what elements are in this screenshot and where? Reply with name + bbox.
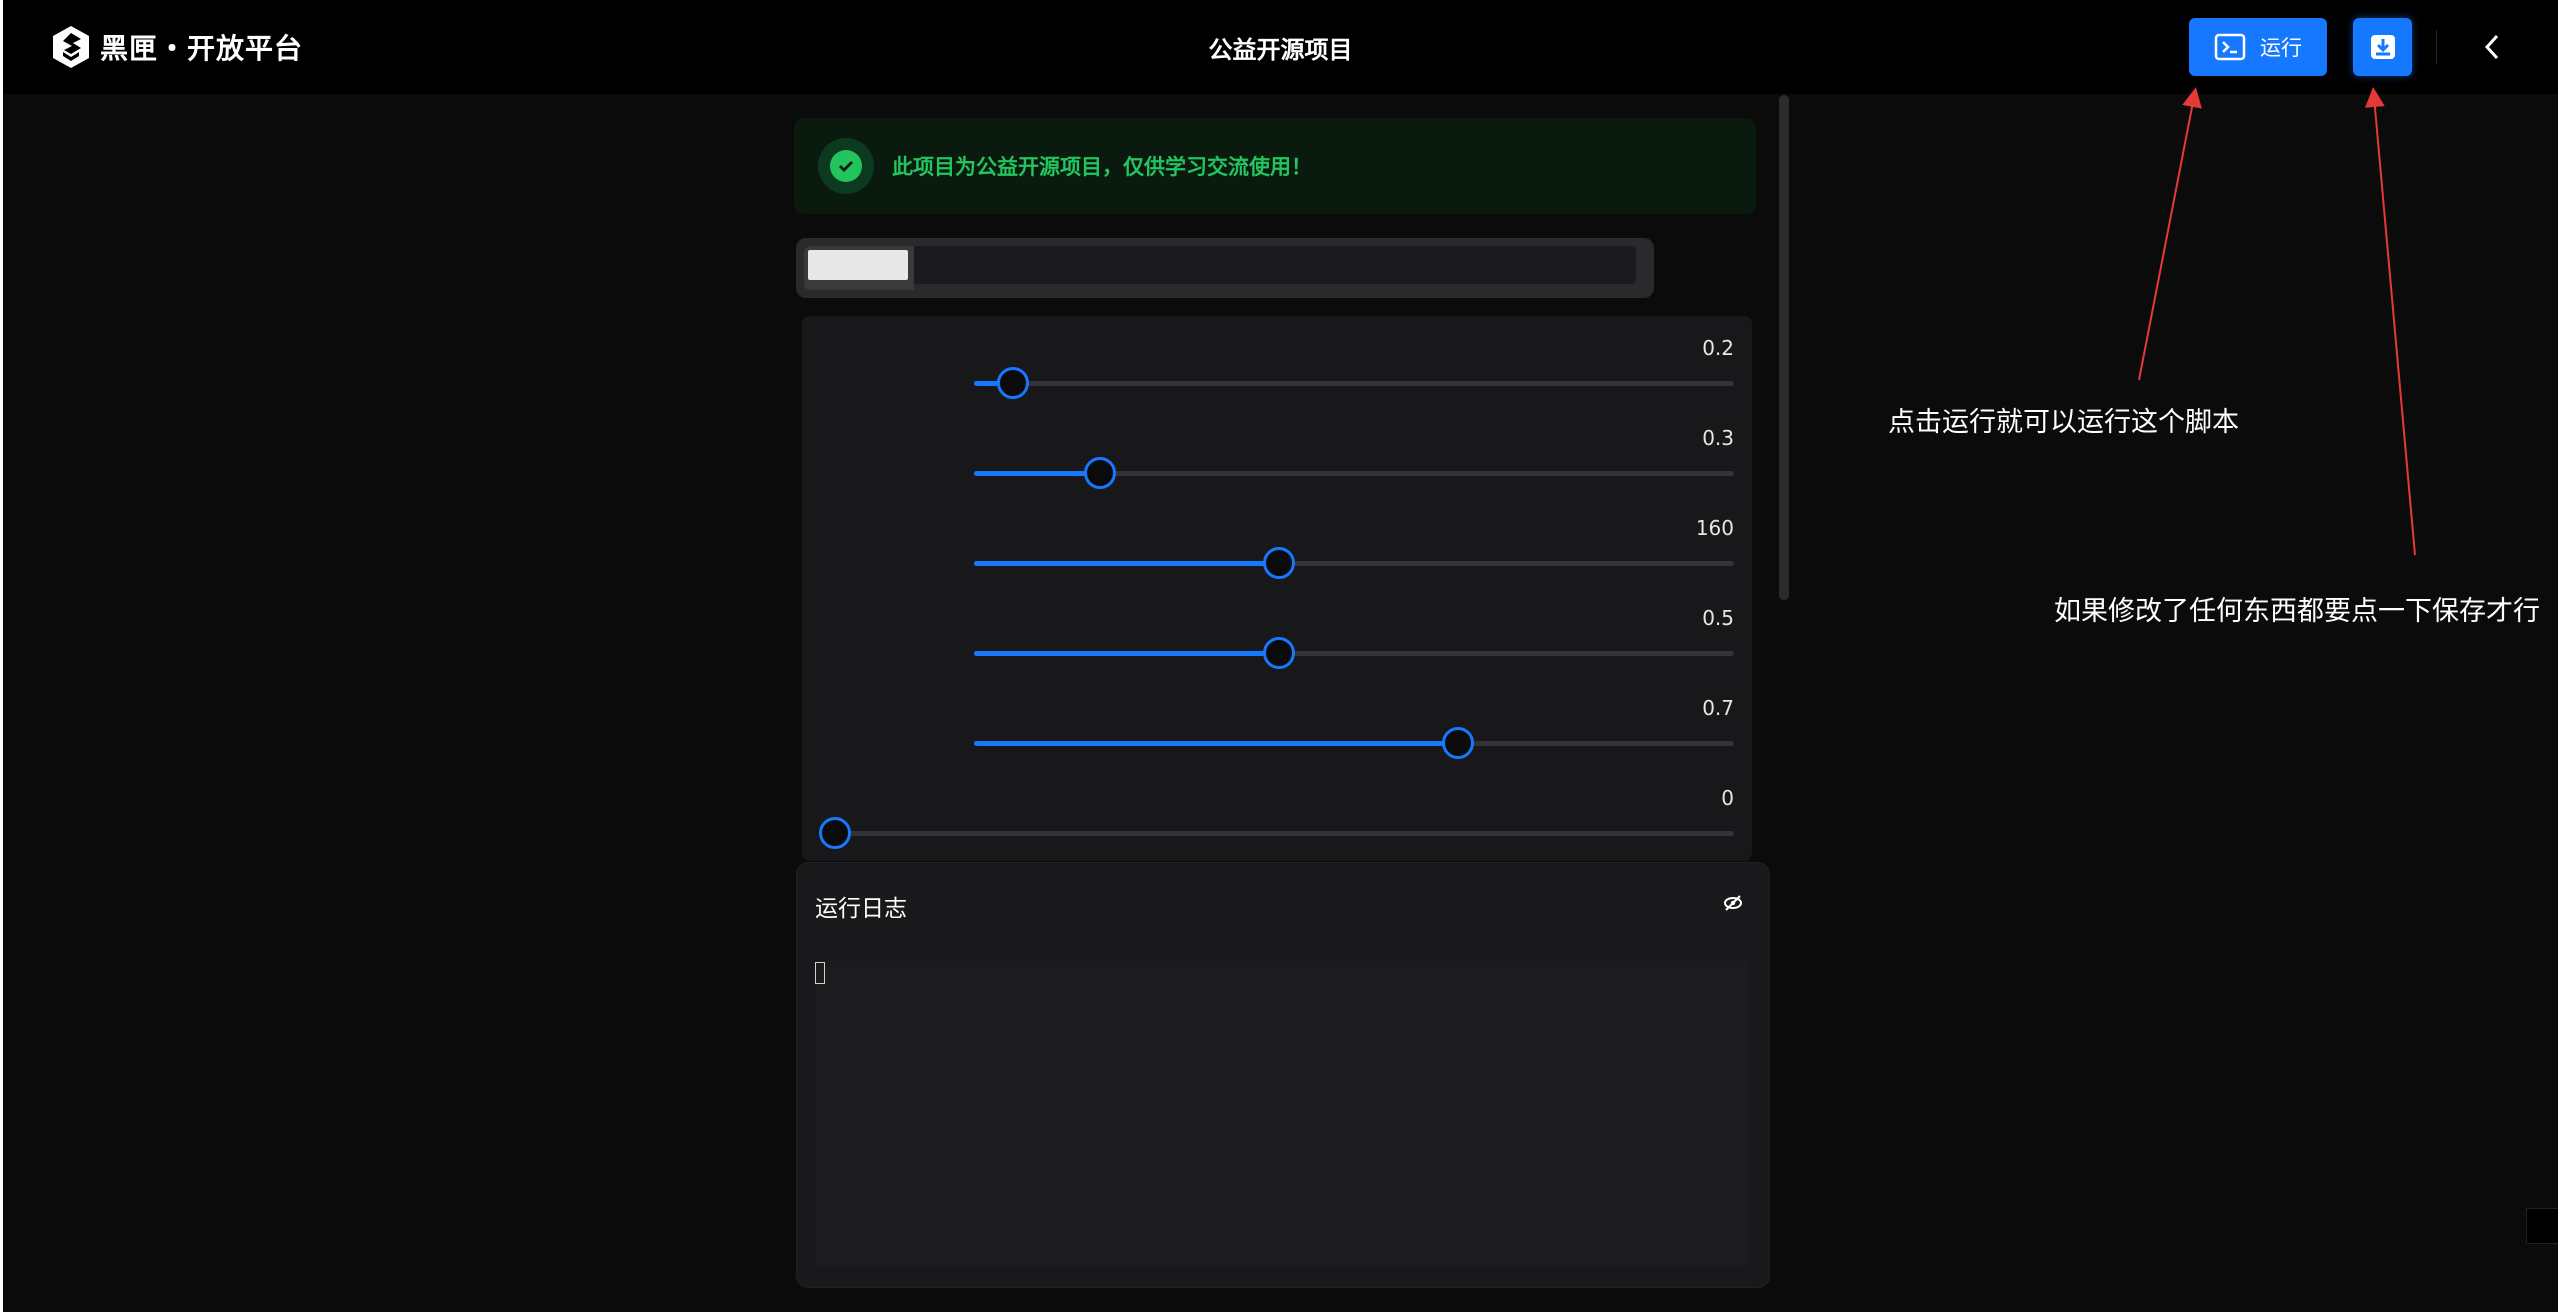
slider-value: 160 bbox=[1695, 516, 1734, 540]
slider-row: 160 bbox=[802, 496, 1752, 586]
app-frame: 黑匣・开放平台 公益开源项目 运行 此项目为公益开源项目，仅供学习交流使用！ 0… bbox=[3, 0, 2558, 1312]
slider-value: 0.3 bbox=[1702, 426, 1734, 450]
arrow-to-run bbox=[2138, 87, 2202, 381]
slider-row: 0.2 bbox=[802, 316, 1752, 406]
slider-row: 0.3 bbox=[802, 406, 1752, 496]
slider-thumb[interactable] bbox=[997, 367, 1029, 399]
notice-banner: 此项目为公益开源项目，仅供学习交流使用！ bbox=[794, 118, 1756, 214]
slider-fill bbox=[974, 651, 1278, 656]
annotation-save-hint: 如果修改了任何东西都要点一下保存才行 bbox=[2054, 596, 2540, 627]
slider-thumb[interactable] bbox=[1084, 457, 1117, 489]
slider-value: 0 bbox=[1721, 786, 1734, 810]
progress-bar-fill bbox=[804, 246, 914, 290]
progress-bar-track bbox=[804, 246, 1636, 284]
slider-fill bbox=[974, 741, 1457, 746]
run-button[interactable]: 运行 bbox=[2189, 18, 2327, 76]
slider-value: 0.5 bbox=[1702, 606, 1734, 630]
corner-square bbox=[2526, 1208, 2558, 1244]
slider-thumb[interactable] bbox=[819, 817, 851, 849]
slider-track[interactable] bbox=[974, 457, 1734, 489]
slider-thumb[interactable] bbox=[1263, 637, 1295, 669]
slider-track[interactable] bbox=[974, 637, 1734, 669]
terminal-icon bbox=[2214, 33, 2246, 61]
log-title: 运行日志 bbox=[815, 896, 907, 922]
slider-fill bbox=[974, 471, 1100, 476]
slider-row: 0.7 bbox=[802, 676, 1752, 766]
back-button[interactable] bbox=[2473, 28, 2511, 66]
slider-track[interactable] bbox=[819, 817, 1734, 849]
slider-track[interactable] bbox=[974, 367, 1734, 399]
slider-row: 0.5 bbox=[802, 586, 1752, 676]
slider-track[interactable] bbox=[974, 727, 1734, 759]
slider-value: 0.7 bbox=[1702, 696, 1734, 720]
page-title: 公益开源项目 bbox=[1208, 36, 1353, 64]
slider-track[interactable] bbox=[974, 547, 1734, 579]
slider-row: 0 bbox=[802, 766, 1752, 856]
run-button-label: 运行 bbox=[2260, 36, 2302, 60]
annotation-run-hint: 点击运行就可以运行这个脚本 bbox=[1888, 407, 2239, 438]
log-cursor bbox=[815, 962, 825, 984]
notice-text: 此项目为公益开源项目，仅供学习交流使用！ bbox=[892, 155, 1312, 179]
slider-thumb[interactable] bbox=[1263, 547, 1295, 579]
slider-thumb[interactable] bbox=[1441, 727, 1474, 759]
slider-value: 0.2 bbox=[1702, 336, 1734, 360]
save-button[interactable] bbox=[2353, 18, 2412, 76]
chevron-left-icon bbox=[2484, 34, 2499, 60]
top-header: 黑匣・开放平台 公益开源项目 运行 bbox=[3, 0, 2558, 94]
check-circle-icon bbox=[818, 138, 874, 194]
slider-fill bbox=[974, 561, 1278, 566]
log-panel: 运行日志 bbox=[796, 862, 1770, 1288]
log-output[interactable] bbox=[815, 961, 1747, 1266]
sliders-panel: 0.2 0.3 160 0.5 0.7 0 bbox=[802, 316, 1752, 861]
arrow-to-save bbox=[2364, 87, 2416, 556]
eye-off-icon[interactable] bbox=[1723, 893, 1743, 913]
download-icon bbox=[2370, 35, 2395, 59]
scrollbar[interactable] bbox=[1779, 95, 1789, 600]
header-divider bbox=[2436, 30, 2437, 64]
progress-bar bbox=[796, 238, 1654, 298]
